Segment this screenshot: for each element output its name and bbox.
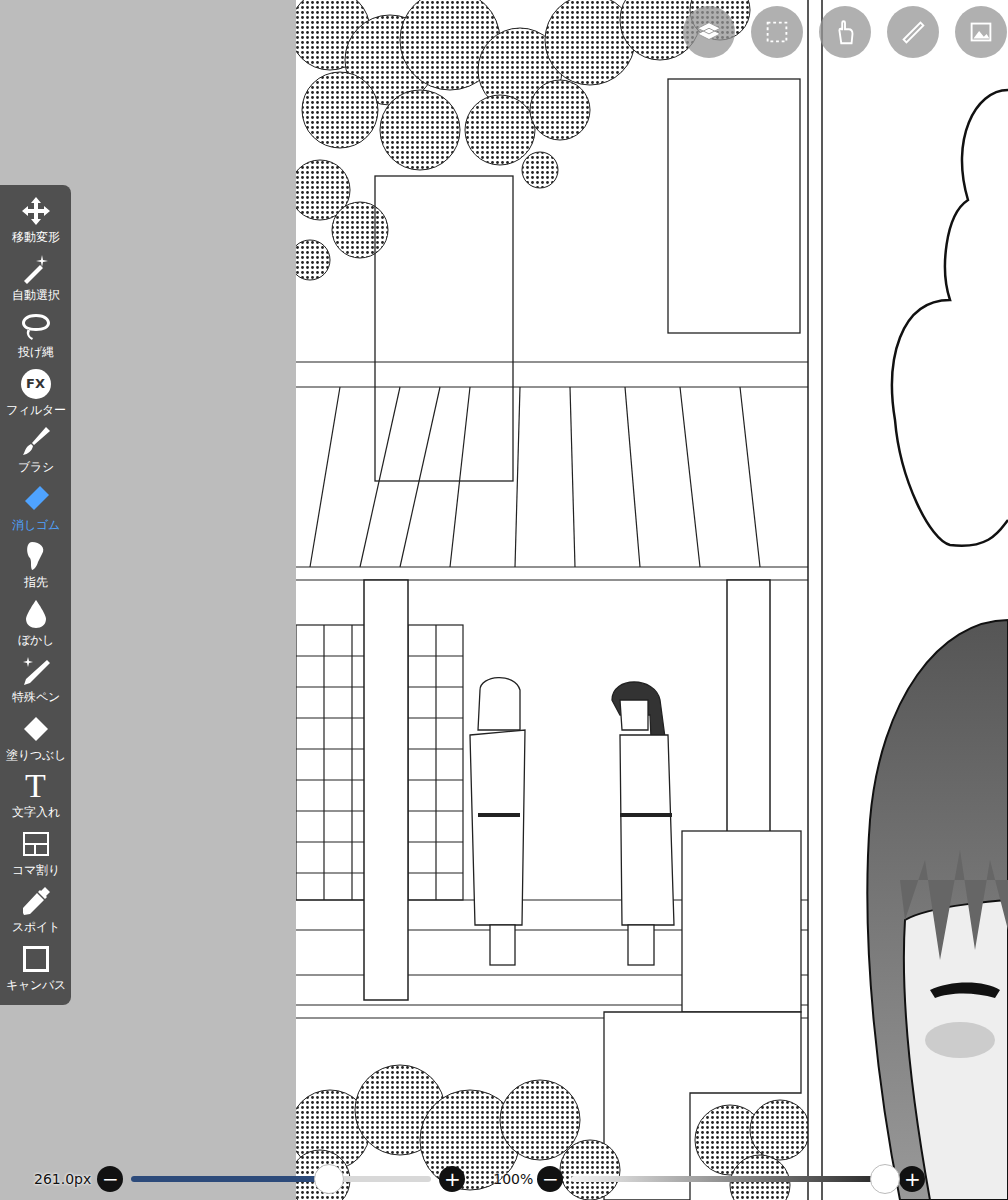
brush-size-plus[interactable]: + (439, 1166, 465, 1192)
panel-border (807, 0, 809, 1200)
tool-bar: 移動変形自動選択投げ縄 FX フィルターブラシ消しゴム指先ぼかし特殊ペン塗りつぶし T… (0, 185, 71, 1005)
tool-icon (20, 425, 52, 457)
paint-app: 移動変形自動選択投げ縄 FX フィルターブラシ消しゴム指先ぼかし特殊ペン塗りつぶし T… (0, 0, 1008, 1200)
opacity-minus[interactable]: − (537, 1166, 563, 1192)
tool-label: 自動選択 (12, 287, 60, 303)
tool-label: ぼかし (18, 632, 54, 648)
tool-icon (20, 540, 52, 572)
tool-label: スポイト (12, 919, 60, 935)
figure-right (612, 682, 674, 965)
opacity-reading: 100% (493, 1171, 533, 1187)
tool-icon (20, 943, 52, 975)
tool-label: ブラシ (18, 459, 54, 475)
tool-icon (20, 885, 52, 917)
selection-button[interactable] (751, 6, 803, 58)
bottom-bar: 261.0px−+100%−+ (0, 1158, 1008, 1200)
tool-label: 消しゴム (12, 517, 60, 533)
veranda (296, 362, 808, 1018)
page-border (821, 0, 823, 1200)
tool-button[interactable]: 移動変形 (0, 195, 71, 251)
tool-button[interactable]: スポイト (0, 885, 71, 941)
tool-label: フィルター (6, 402, 66, 418)
image-icon (966, 17, 996, 47)
tool-icon (20, 828, 52, 860)
filter-icon: FX (21, 369, 51, 399)
tool-button[interactable]: キャンバス (0, 943, 71, 999)
tool-button[interactable]: T 文字入れ (0, 770, 71, 826)
tool-icon (20, 655, 52, 687)
tool-button[interactable]: 塗りつぶし (0, 713, 71, 769)
tool-icon (20, 253, 52, 285)
tool-label: キャンバス (6, 977, 66, 993)
slider-thumb[interactable] (870, 1164, 900, 1194)
selection-icon (762, 17, 792, 47)
tool-button[interactable]: 指先 (0, 540, 71, 596)
tool-label: 移動変形 (12, 229, 60, 245)
ruler-button[interactable] (887, 6, 939, 58)
brush-size-minus[interactable]: − (97, 1166, 123, 1192)
tool-button[interactable]: 消しゴム (0, 483, 71, 539)
canvas[interactable] (296, 0, 1008, 1200)
hand-button[interactable] (819, 6, 871, 58)
slider-thumb[interactable] (314, 1164, 344, 1194)
tool-icon (20, 598, 52, 630)
brush-size-slider[interactable] (131, 1176, 431, 1182)
layers-icon (694, 17, 724, 47)
opacity-plus[interactable]: + (899, 1166, 925, 1192)
girl-face (867, 620, 1008, 1200)
tool-label: コマ割り (12, 862, 60, 878)
tool-label: 指先 (24, 574, 48, 590)
material-button[interactable] (955, 6, 1007, 58)
figure-left (470, 678, 525, 965)
text-frames (375, 79, 801, 1200)
tool-button[interactable]: 特殊ペン (0, 655, 71, 711)
manga-page[interactable] (296, 0, 1008, 1200)
tool-icon (20, 310, 52, 342)
text-icon: T (25, 770, 46, 802)
slider-fill (131, 1176, 329, 1182)
top-bar (683, 6, 1007, 58)
tool-button[interactable]: コマ割り (0, 828, 71, 884)
tool-icon (20, 713, 52, 745)
ruler-icon (898, 17, 928, 47)
opacity-slider[interactable] (571, 1176, 891, 1182)
tool-icon (20, 195, 52, 227)
tool-button[interactable]: ブラシ (0, 425, 71, 481)
tool-icon (20, 483, 52, 515)
tool-label: 特殊ペン (12, 689, 60, 705)
tool-label: 投げ縄 (18, 344, 54, 360)
tool-button[interactable]: FX フィルター (0, 368, 71, 424)
tool-label: 文字入れ (12, 804, 60, 820)
layers-button[interactable] (683, 6, 735, 58)
tool-button[interactable]: 自動選択 (0, 253, 71, 309)
tool-button[interactable]: ぼかし (0, 598, 71, 654)
brush-size-reading: 261.0px (34, 1171, 91, 1187)
speech-bubble (892, 90, 1008, 546)
tool-button[interactable]: 投げ縄 (0, 310, 71, 366)
hand-icon (830, 17, 860, 47)
tool-label: 塗りつぶし (6, 747, 66, 763)
